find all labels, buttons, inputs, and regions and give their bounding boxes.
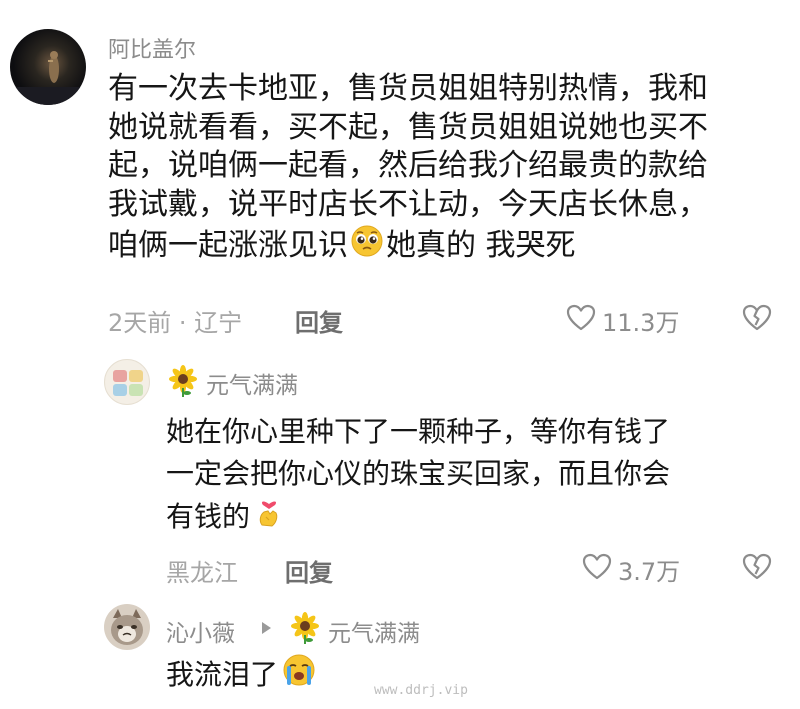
broken-heart-icon[interactable]	[742, 553, 772, 585]
comment-text: 我流泪了	[166, 653, 316, 699]
comment-text: 有一次去卡地亚，售货员姐姐特别热情，我和 她说就看看，买不起，售货员姐姐说她也买…	[108, 70, 768, 269]
comment-meta: 2天前 · 辽宁	[108, 309, 243, 337]
like-count: 11.3万	[602, 309, 680, 337]
comment-line: 有一次去卡地亚，售货员姐姐特别热情，我和	[108, 71, 708, 106]
comment-line: 她在你心里种下了一颗种子，等你有钱了	[166, 415, 671, 448]
comment-line-segment: 咱俩一起涨涨见识	[108, 227, 348, 263]
comment-line: 有钱的	[166, 495, 766, 541]
broken-heart-icon[interactable]	[742, 304, 772, 336]
heart-outline-icon	[582, 553, 612, 587]
comment-text: 她在你心里种下了一颗种子，等你有钱了 一定会把你心仪的珠宝买回家，而且你会 有钱…	[166, 411, 766, 541]
comment-line: 咱俩一起涨涨见识 她真的 我哭死	[108, 224, 768, 269]
watermark: www.ddrj.vip	[374, 683, 468, 698]
sunflower-icon	[166, 364, 200, 402]
avatar[interactable]	[104, 359, 150, 405]
avatar[interactable]	[10, 29, 86, 105]
like-count: 3.7万	[618, 558, 681, 586]
crying-face-emoji-icon	[282, 653, 316, 699]
like-button[interactable]: 11.3万	[566, 303, 679, 338]
sunflower-icon	[288, 611, 322, 649]
comment-line: 我流泪了	[166, 658, 279, 691]
comment-line-segment: 她真的 我哭死	[386, 227, 576, 263]
comment-line-segment: 有钱的	[166, 500, 251, 533]
avatar[interactable]	[104, 604, 150, 650]
comment-author[interactable]: 元气满满	[206, 366, 298, 400]
reply-button[interactable]: 回复	[295, 303, 343, 338]
comment-meta: 黑龙江	[166, 559, 238, 587]
comment-author[interactable]: 阿比盖尔	[108, 32, 196, 64]
heart-outline-icon	[566, 304, 596, 338]
reply-button[interactable]: 回复	[285, 553, 333, 588]
comment-line: 起，说咱俩一起看，然后给我介绍最贵的款给	[108, 148, 708, 183]
comment-line: 她说就看看，买不起，售货员姐姐说她也买不	[108, 109, 708, 145]
heart-hands-emoji-icon	[254, 495, 284, 541]
comment-line: 我试戴，说平时店长不让动，今天店长休息，	[108, 186, 708, 222]
like-button[interactable]: 3.7万	[582, 552, 680, 587]
triangle-right-icon	[259, 620, 273, 640]
pleading-face-emoji-icon	[350, 224, 384, 269]
comment-line: 一定会把你心仪的珠宝买回家，而且你会	[166, 457, 671, 490]
reply-to-author[interactable]: 元气满满	[328, 614, 420, 648]
comment-author[interactable]: 沁小薇	[166, 614, 235, 648]
